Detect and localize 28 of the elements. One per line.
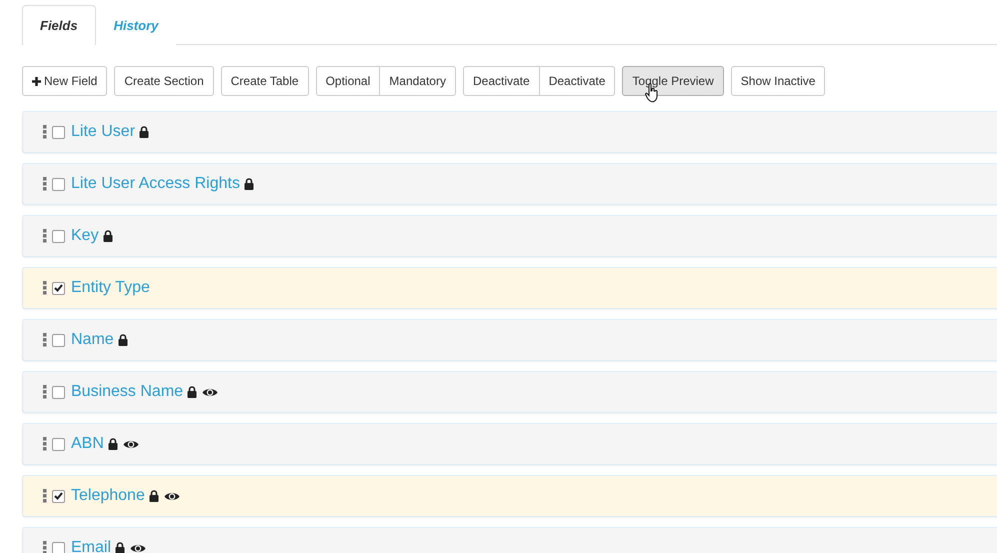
checkbox[interactable]	[52, 438, 65, 450]
checkbox[interactable]	[52, 178, 65, 190]
plus-icon	[32, 76, 41, 86]
checkbox[interactable]	[52, 230, 65, 242]
checkbox[interactable]	[52, 386, 65, 398]
drag-handle-icon[interactable]	[43, 125, 47, 139]
drag-handle-icon[interactable]	[43, 489, 47, 503]
toolbar-button[interactable]: Deactivate	[538, 66, 616, 96]
checkbox[interactable]	[52, 490, 65, 502]
checkbox[interactable]	[52, 542, 65, 553]
tab[interactable]: Fields	[22, 5, 96, 45]
toolbar-button[interactable]: Deactivate	[462, 66, 540, 96]
drag-handle-icon[interactable]	[43, 177, 47, 191]
drag-handle-icon[interactable]	[43, 281, 47, 295]
drag-handle-icon[interactable]	[43, 541, 47, 553]
checkbox[interactable]	[52, 282, 65, 294]
toolbar-button[interactable]: Optional	[316, 66, 380, 96]
checkbox[interactable]	[52, 334, 65, 346]
drag-handle-icon[interactable]	[43, 229, 47, 243]
toolbar-button[interactable]: Show Inactive	[730, 66, 826, 96]
toolbar-button[interactable]: Create Section	[114, 66, 214, 96]
drag-handle-icon[interactable]	[43, 385, 47, 399]
toolbar-button[interactable]: New Field	[22, 66, 108, 96]
drag-handle-icon[interactable]	[43, 437, 47, 451]
drag-handle-icon[interactable]	[43, 333, 47, 347]
toolbar-button[interactable]: Create Table	[220, 66, 309, 96]
checkbox[interactable]	[52, 126, 65, 138]
toolbar-button[interactable]: Mandatory	[379, 66, 456, 96]
